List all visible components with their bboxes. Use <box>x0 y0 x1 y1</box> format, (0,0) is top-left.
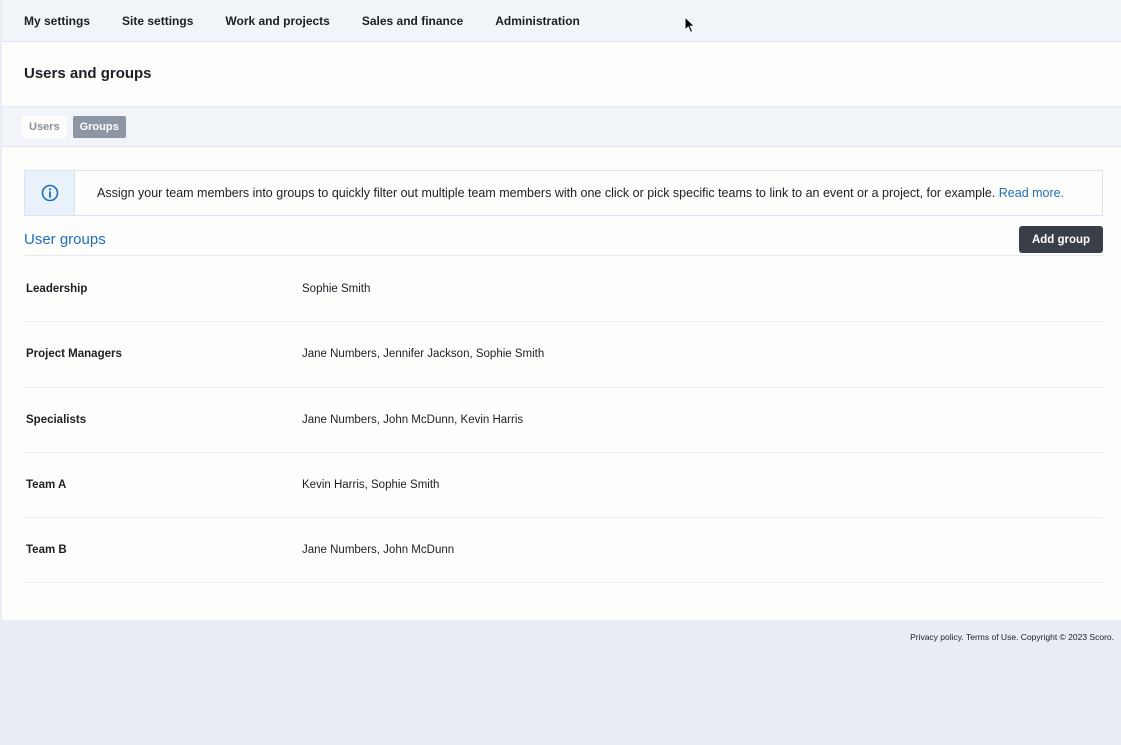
info-icon-container <box>25 171 75 215</box>
table-row[interactable]: Leadership Sophie Smith <box>24 257 1103 323</box>
info-icon <box>41 184 58 202</box>
copyright-text: Copyright © 2023 Scoro. <box>1020 632 1114 642</box>
page-header: Users and groups <box>2 42 1121 107</box>
table-row[interactable]: Team B Jane Numbers, John McDunn <box>24 518 1103 584</box>
page-title: Users and groups <box>24 65 152 82</box>
table-row[interactable]: Project Managers Jane Numbers, Jennifer … <box>24 322 1103 388</box>
read-more-link[interactable]: Read more. <box>999 186 1064 200</box>
info-message-text: Assign your team members into groups to … <box>97 186 996 200</box>
nav-item-administration[interactable]: Administration <box>495 14 580 28</box>
group-name: Team A <box>26 478 67 491</box>
terms-of-use-link[interactable]: Terms of Use. <box>966 632 1018 642</box>
group-members: Sophie Smith <box>302 283 371 295</box>
nav-item-site-settings[interactable]: Site settings <box>122 14 193 28</box>
subtabs-bar: Users Groups <box>2 107 1121 147</box>
groups-table: Leadership Sophie Smith Project Managers… <box>24 257 1103 584</box>
group-name: Team B <box>26 544 67 557</box>
user-groups-header: User groups Add group <box>24 226 1103 256</box>
section-title: User groups <box>24 231 106 248</box>
tab-users[interactable]: Users <box>22 115 67 138</box>
privacy-policy-link[interactable]: Privacy policy. <box>910 632 964 642</box>
app-window: My settings Site settings Work and proje… <box>2 0 1121 620</box>
nav-item-sales-and-finance[interactable]: Sales and finance <box>362 14 463 28</box>
group-name: Leadership <box>26 283 88 295</box>
group-members: Kevin Harris, Sophie Smith <box>302 478 440 491</box>
nav-item-work-and-projects[interactable]: Work and projects <box>225 14 329 28</box>
group-members: Jane Numbers, John McDunn, Kevin Harris <box>302 413 524 426</box>
tab-groups[interactable]: Groups <box>72 115 126 138</box>
info-banner: Assign your team members into groups to … <box>24 170 1103 216</box>
table-row[interactable]: Team A Kevin Harris, Sophie Smith <box>24 453 1103 519</box>
nav-item-my-settings[interactable]: My settings <box>24 14 90 28</box>
info-message: Assign your team members into groups to … <box>75 186 1064 200</box>
add-group-button[interactable]: Add group <box>1019 226 1103 253</box>
group-members: Jane Numbers, John McDunn <box>302 544 455 557</box>
table-row[interactable]: Specialists Jane Numbers, John McDunn, K… <box>24 388 1103 453</box>
footer: Privacy policy. Terms of Use. Copyright … <box>910 632 1114 642</box>
top-navigation: My settings Site settings Work and proje… <box>2 0 1121 42</box>
group-members: Jane Numbers, Jennifer Jackson, Sophie S… <box>302 348 545 361</box>
mouse-cursor-icon <box>684 16 696 34</box>
group-name: Project Managers <box>26 348 122 361</box>
group-name: Specialists <box>26 413 87 426</box>
